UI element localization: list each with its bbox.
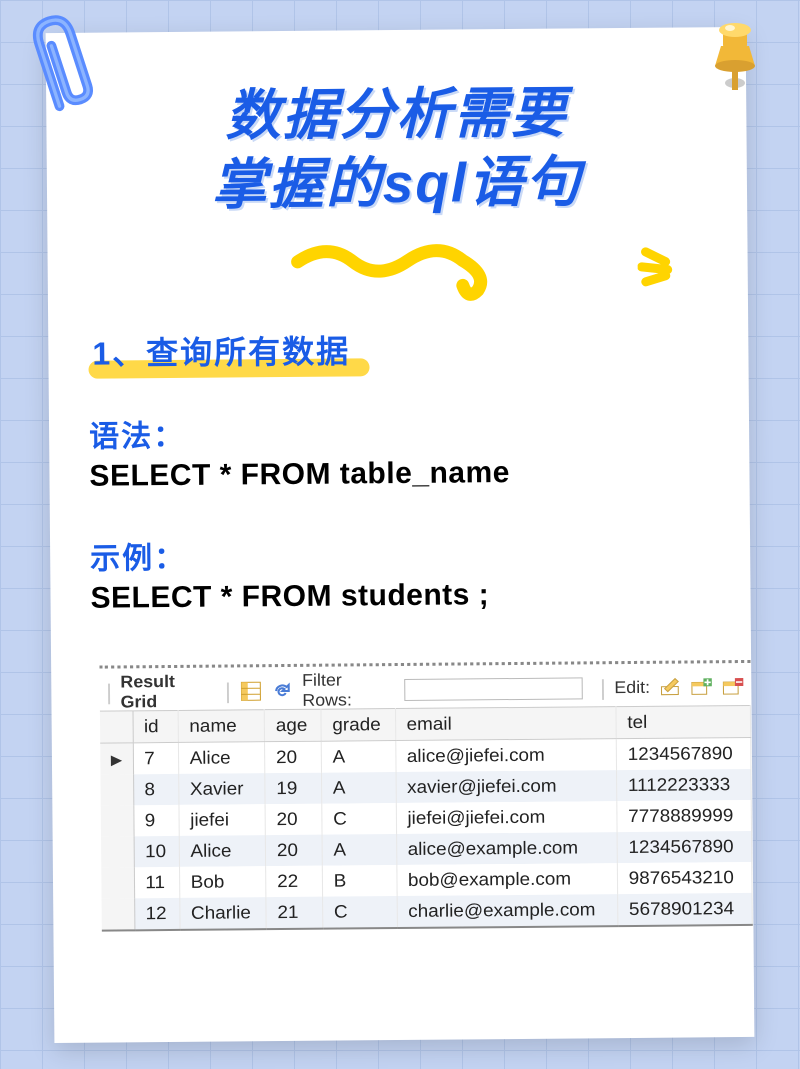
filter-rows-label: Filter Rows: [302, 670, 396, 711]
col-grade[interactable]: grade [321, 708, 396, 741]
row-selector[interactable] [101, 805, 134, 836]
cell-tel[interactable]: 1112223333 [617, 768, 751, 800]
syntax-label: 语法： [89, 406, 709, 455]
edit-row-icon[interactable] [658, 676, 681, 698]
row-selector[interactable] [101, 867, 134, 898]
cell-email[interactable]: alice@example.com [397, 832, 618, 865]
row-selector-header [100, 710, 133, 742]
example-label: 示例： [90, 528, 710, 577]
section-heading: 1、查询所有数据 [88, 326, 358, 376]
sparkle-lines-icon [637, 241, 692, 291]
col-tel[interactable]: tel [616, 705, 750, 738]
cell-email[interactable]: jiefei@jiefei.com [396, 801, 617, 834]
col-email[interactable]: email [395, 706, 616, 740]
add-row-icon[interactable] [690, 676, 713, 698]
title-line-2: 掌握的sql语句 [211, 150, 582, 215]
refresh-icon[interactable] [271, 679, 294, 701]
cell-grade[interactable]: B [323, 865, 398, 897]
row-selector[interactable] [101, 836, 134, 867]
col-age[interactable]: age [265, 709, 322, 741]
cell-email[interactable]: bob@example.com [397, 863, 618, 896]
note-paper: 数据分析需要 掌握的sql语句 1、查询所有数据 语法： SELECT * FR… [46, 27, 755, 1043]
cell-id[interactable]: 10 [134, 835, 180, 866]
cell-tel[interactable]: 5678901234 [618, 892, 752, 925]
syntax-code: SELECT * FROM table_name [89, 454, 709, 493]
cell-id[interactable]: 9 [134, 804, 180, 835]
row-selector[interactable] [102, 898, 135, 930]
table-row[interactable]: 12Charlie21Ccharlie@example.com567890123… [102, 892, 753, 930]
filter-rows-input[interactable] [405, 677, 584, 701]
cell-name[interactable]: Xavier [179, 773, 266, 805]
cell-id[interactable]: 7 [133, 742, 179, 774]
cell-age[interactable]: 20 [265, 741, 322, 773]
edit-label: Edit: [614, 677, 650, 697]
title-line-1: 数据分析需要 [225, 82, 568, 147]
example-code: SELECT * FROM students ; [90, 576, 710, 615]
cell-age[interactable]: 19 [265, 772, 322, 803]
cell-tel[interactable]: 7778889999 [617, 799, 751, 831]
cell-name[interactable]: Alice [178, 741, 265, 773]
pushpin-icon [695, 18, 775, 103]
cell-tel[interactable]: 9876543210 [618, 861, 752, 893]
cell-email[interactable]: alice@jiefei.com [396, 738, 617, 771]
cell-age[interactable]: 20 [265, 803, 322, 834]
cell-tel[interactable]: 1234567890 [617, 830, 751, 862]
cell-age[interactable]: 22 [266, 865, 323, 896]
cell-name[interactable]: Charlie [180, 897, 267, 930]
cell-name[interactable]: Bob [180, 866, 267, 898]
paperclip-icon [13, 2, 117, 138]
cell-age[interactable]: 20 [266, 834, 323, 865]
result-panel: | Result Grid | Filter Rows: | Edit: [100, 659, 753, 931]
col-name[interactable]: name [178, 709, 265, 742]
cell-name[interactable]: jiefei [179, 804, 266, 836]
cell-id[interactable]: 11 [134, 866, 180, 897]
cell-tel[interactable]: 1234567890 [616, 737, 750, 770]
row-selector[interactable]: ▶ [100, 742, 133, 774]
decorative-divider [87, 233, 708, 308]
delete-row-icon[interactable] [721, 676, 744, 698]
cell-email[interactable]: xavier@jiefei.com [396, 770, 617, 803]
cell-email[interactable]: charlie@example.com [397, 894, 618, 928]
col-id[interactable]: id [133, 710, 179, 742]
cell-id[interactable]: 8 [133, 773, 179, 804]
row-selector[interactable] [100, 774, 133, 805]
result-toolbar: | Result Grid | Filter Rows: | Edit: [100, 668, 751, 710]
result-grid-label: Result Grid [120, 671, 216, 712]
cell-grade[interactable]: C [322, 803, 397, 835]
cell-grade[interactable]: A [322, 772, 397, 804]
cell-id[interactable]: 12 [134, 897, 180, 929]
squiggle-icon [287, 234, 528, 306]
cell-name[interactable]: Alice [179, 835, 266, 867]
page-title: 数据分析需要 掌握的sql语句 [86, 77, 707, 220]
cell-grade[interactable]: C [323, 896, 398, 929]
cell-age[interactable]: 21 [266, 896, 323, 928]
cell-grade[interactable]: A [322, 834, 397, 866]
result-table: id name age grade email tel ▶7Alice20Aal… [100, 704, 753, 931]
cell-grade[interactable]: A [321, 740, 396, 772]
grid-icon[interactable] [239, 680, 262, 702]
